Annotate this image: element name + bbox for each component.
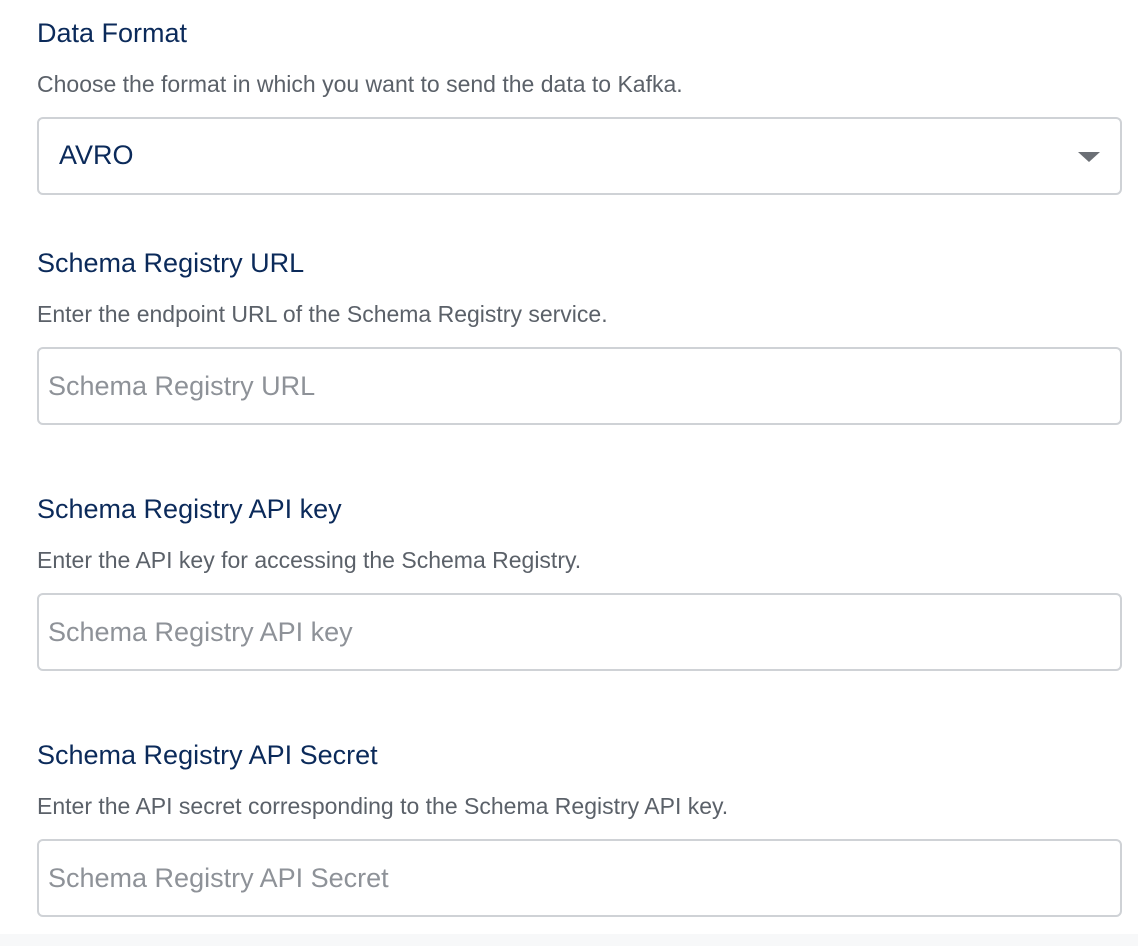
data-format-description: Choose the format in which you want to s… [37,71,683,97]
schema-registry-api-secret-description: Enter the API secret corresponding to th… [37,793,729,819]
schema-registry-api-key-description: Enter the API key for accessing the Sche… [37,547,582,573]
chevron-down-icon[interactable] [1078,152,1100,162]
schema-registry-url-description: Enter the endpoint URL of the Schema Reg… [37,301,608,327]
kafka-settings-form: Data Format Choose the format in which y… [0,0,1138,946]
schema-registry-url-label: Schema Registry URL [37,248,305,278]
schema-registry-api-key-label: Schema Registry API key [37,494,342,524]
schema-registry-url-input[interactable] [37,347,1122,425]
schema-registry-api-secret-input[interactable] [37,839,1122,917]
data-format-selected-value: AVRO [59,140,134,170]
schema-registry-api-secret-label: Schema Registry API Secret [37,740,378,770]
bottom-edge [0,934,1138,946]
data-format-label: Data Format [37,18,188,48]
schema-registry-api-key-input[interactable] [37,593,1122,671]
data-format-select[interactable]: AVRO [37,117,1122,195]
